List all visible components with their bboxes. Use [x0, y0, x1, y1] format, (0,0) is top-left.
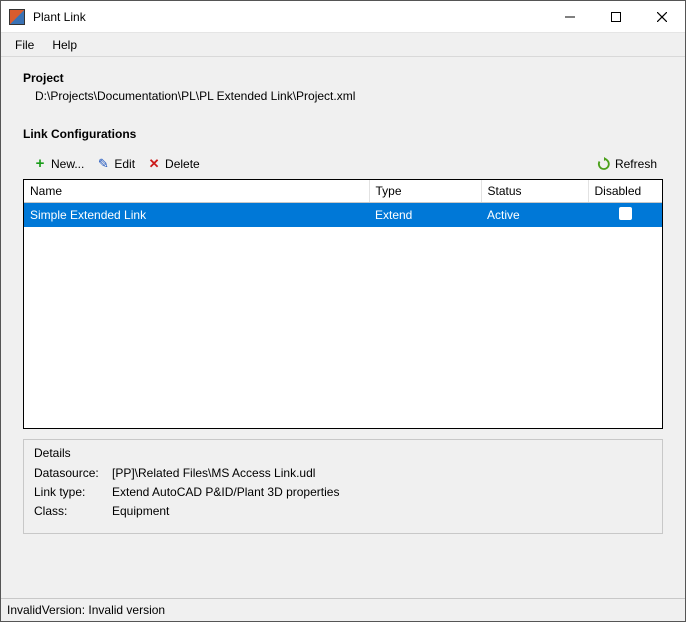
window-title: Plant Link	[33, 10, 86, 24]
maximize-button[interactable]	[593, 1, 639, 32]
delete-button[interactable]: ✕ Delete	[141, 155, 206, 173]
disabled-checkbox[interactable]	[619, 207, 632, 220]
delete-label: Delete	[165, 157, 200, 171]
menu-help[interactable]: Help	[52, 38, 77, 52]
status-text: InvalidVersion: Invalid version	[7, 603, 165, 617]
minimize-icon	[565, 12, 575, 22]
delete-icon: ✕	[147, 157, 161, 171]
project-label: Project	[23, 71, 663, 85]
minimize-button[interactable]	[547, 1, 593, 32]
link-configurations-label: Link Configurations	[23, 127, 663, 141]
titlebar: Plant Link	[1, 1, 685, 33]
pencil-icon: ✎	[96, 157, 110, 171]
new-button[interactable]: + New...	[27, 155, 90, 173]
window-controls	[547, 1, 685, 32]
datasource-label: Datasource:	[34, 466, 112, 480]
col-disabled[interactable]: Disabled	[588, 180, 662, 203]
content: Project D:\Projects\Documentation\PL\PL …	[1, 57, 685, 598]
close-icon	[657, 12, 667, 22]
app-icon	[9, 9, 25, 25]
datasource-value: [PP]\Related Files\MS Access Link.udl	[112, 466, 315, 480]
toolbar: + New... ✎ Edit ✕ Delete Refresh	[23, 155, 663, 173]
table-row[interactable]: Simple Extended Link Extend Active	[24, 203, 662, 228]
config-table: Name Type Status Disabled Simple Extende…	[23, 179, 663, 429]
cell-disabled	[588, 203, 662, 228]
cell-type: Extend	[369, 203, 481, 228]
details-panel: Details Datasource: [PP]\Related Files\M…	[23, 439, 663, 534]
details-title: Details	[34, 446, 652, 460]
plus-icon: +	[33, 157, 47, 171]
col-status[interactable]: Status	[481, 180, 588, 203]
menu-file[interactable]: File	[15, 38, 34, 52]
table-header-row: Name Type Status Disabled	[24, 180, 662, 203]
refresh-label: Refresh	[615, 157, 657, 171]
class-label: Class:	[34, 504, 112, 518]
class-value: Equipment	[112, 504, 169, 518]
refresh-button[interactable]: Refresh	[591, 155, 663, 173]
close-button[interactable]	[639, 1, 685, 32]
edit-button[interactable]: ✎ Edit	[90, 155, 141, 173]
menubar: File Help	[1, 33, 685, 57]
col-type[interactable]: Type	[369, 180, 481, 203]
edit-label: Edit	[114, 157, 135, 171]
refresh-icon	[597, 157, 611, 171]
cell-status: Active	[481, 203, 588, 228]
project-path: D:\Projects\Documentation\PL\PL Extended…	[35, 89, 663, 103]
linktype-value: Extend AutoCAD P&ID/Plant 3D properties	[112, 485, 339, 499]
maximize-icon	[611, 12, 621, 22]
statusbar: InvalidVersion: Invalid version	[1, 598, 685, 621]
cell-name: Simple Extended Link	[24, 203, 369, 228]
col-name[interactable]: Name	[24, 180, 369, 203]
linktype-label: Link type:	[34, 485, 112, 499]
new-label: New...	[51, 157, 84, 171]
